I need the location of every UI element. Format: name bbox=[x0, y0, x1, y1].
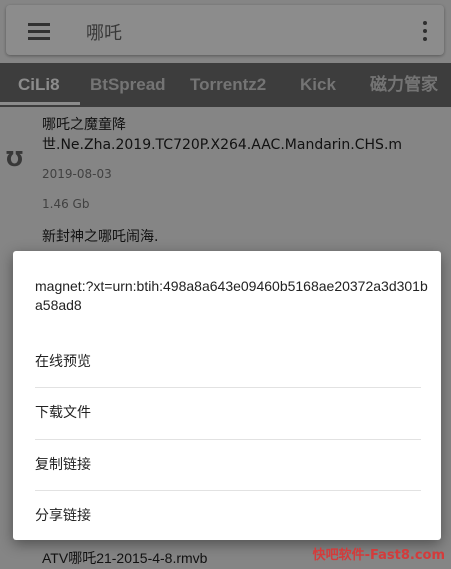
magnet-dialog: magnet:?xt=urn:btih:498a8a643e09460b5168… bbox=[13, 251, 441, 540]
copy-link-option[interactable]: 复制链接 bbox=[35, 440, 421, 491]
watermark: 快吧软件-Fast8.com bbox=[312, 548, 445, 563]
download-file-option[interactable]: 下载文件 bbox=[35, 388, 421, 439]
result-title: ATV哪吒21-2015-4-8.rmvb bbox=[42, 550, 208, 566]
magnet-link-text: magnet:?xt=urn:btih:498a8a643e09460b5168… bbox=[35, 278, 428, 313]
online-preview-option[interactable]: 在线预览 bbox=[35, 337, 421, 388]
share-link-option[interactable]: 分享链接 bbox=[35, 491, 421, 542]
